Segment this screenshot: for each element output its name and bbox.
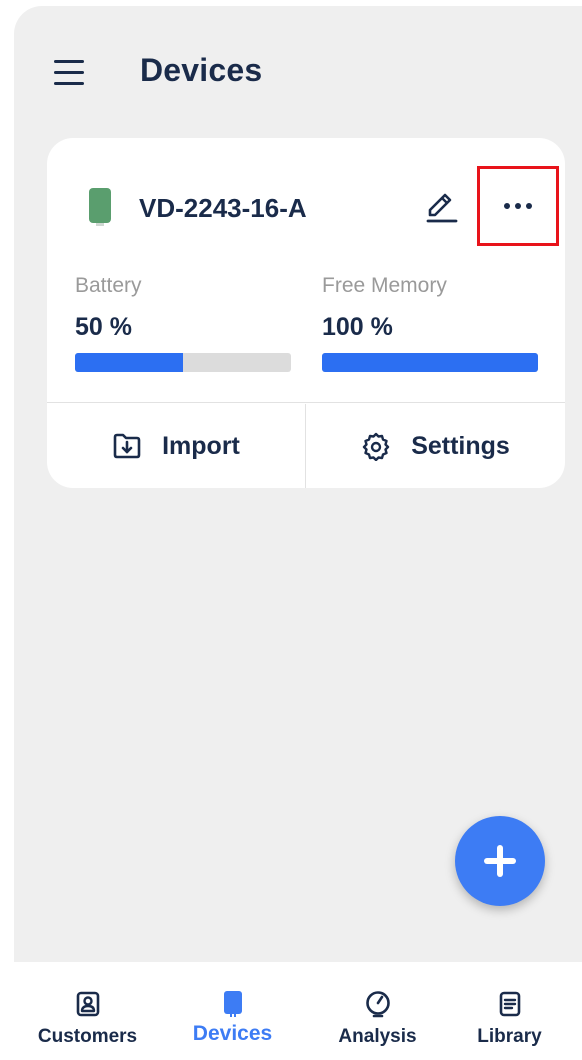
nav-item-devices[interactable]: Devices	[160, 962, 305, 1060]
devices-screen: Devices VD-2243-16-A Battery 50 % Free M…	[14, 6, 582, 962]
device-name: VD-2243-16-A	[139, 193, 307, 223]
import-label: Import	[162, 431, 240, 460]
nav-item-customers[interactable]: Customers	[15, 962, 160, 1060]
hamburger-menu-icon[interactable]	[54, 60, 84, 86]
free-memory-value: 100 %	[322, 313, 393, 341]
page-title: Devices	[140, 52, 263, 88]
nav-label-library: Library	[477, 1026, 542, 1047]
free-memory-progress-bar	[322, 353, 538, 372]
battery-progress-fill	[75, 353, 183, 372]
device-card: VD-2243-16-A Battery 50 % Free Memory 10…	[47, 138, 565, 488]
nav-item-library[interactable]: Library	[437, 962, 582, 1060]
pencil-icon	[426, 193, 458, 223]
card-divider	[47, 402, 565, 403]
battery-progress-bar	[75, 353, 291, 372]
more-horizontal-icon	[504, 203, 510, 209]
folder-download-icon	[113, 433, 141, 459]
nav-label-customers: Customers	[37, 1026, 138, 1047]
gear-icon	[362, 432, 390, 461]
edit-device-button[interactable]	[425, 190, 459, 224]
document-list-icon	[499, 991, 520, 1017]
app-bar: Devices	[14, 6, 582, 136]
customer-card-icon	[76, 991, 99, 1017]
nav-item-analysis[interactable]: Analysis	[305, 962, 450, 1060]
nav-label-analysis: Analysis	[338, 1026, 417, 1047]
free-memory-label: Free Memory	[322, 274, 447, 297]
import-button[interactable]: Import	[47, 404, 305, 488]
battery-label: Battery	[75, 274, 142, 297]
settings-label: Settings	[411, 431, 510, 460]
free-memory-progress-fill	[322, 353, 538, 372]
device-icon	[89, 188, 111, 226]
battery-value: 50 %	[75, 313, 132, 341]
settings-button[interactable]: Settings	[306, 404, 565, 488]
device-icon	[223, 991, 242, 1017]
more-options-button[interactable]	[477, 166, 559, 246]
nav-label-devices: Devices	[192, 1022, 273, 1045]
add-device-button[interactable]	[455, 816, 545, 906]
gauge-icon	[365, 991, 390, 1018]
bottom-navigation: Customers Devices Analysis Library	[0, 962, 582, 1060]
